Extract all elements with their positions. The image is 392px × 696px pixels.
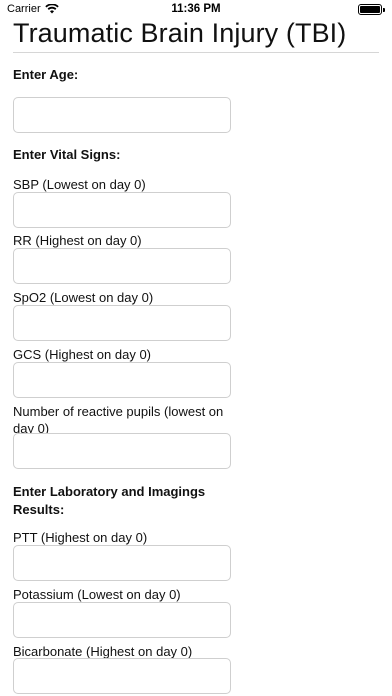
- potassium-input[interactable]: [13, 602, 231, 638]
- bicarbonate-input[interactable]: [13, 658, 231, 694]
- ptt-input[interactable]: [13, 545, 231, 581]
- status-time: 11:36 PM: [171, 3, 221, 15]
- battery-tip: [383, 8, 385, 12]
- spo2-input[interactable]: [13, 305, 231, 341]
- potassium-label: Potassium (Lowest on day 0): [13, 587, 181, 602]
- gcs-label: GCS (Highest on day 0): [13, 347, 152, 362]
- gcs-input[interactable]: [13, 362, 231, 398]
- sbp-input[interactable]: [13, 192, 231, 228]
- reactive-pupils-label: Number of reactive pupils (lowest on day…: [13, 404, 224, 436]
- battery-fill: [360, 6, 380, 13]
- spo2-label: SpO2 (Lowest on day 0): [13, 290, 154, 305]
- age-section-heading: Enter Age:: [13, 67, 79, 82]
- vitals-section-heading: Enter Vital Signs:: [13, 147, 121, 162]
- rr-label: RR (Highest on day 0): [13, 233, 142, 248]
- sbp-label: SBP (Lowest on day 0): [13, 177, 146, 192]
- battery-icon: [358, 4, 385, 15]
- ptt-label: PTT (Highest on day 0): [13, 530, 148, 545]
- age-input[interactable]: [13, 97, 231, 133]
- reactive-pupils-input[interactable]: [13, 433, 231, 469]
- labs-section-heading: Enter Laboratory and Imagings Results:: [13, 484, 206, 517]
- page-title: Traumatic Brain Injury (TBI): [13, 18, 347, 48]
- status-bar: Carrier 11:36 PM: [0, 0, 392, 20]
- title-divider: [13, 52, 379, 53]
- rr-input[interactable]: [13, 248, 231, 284]
